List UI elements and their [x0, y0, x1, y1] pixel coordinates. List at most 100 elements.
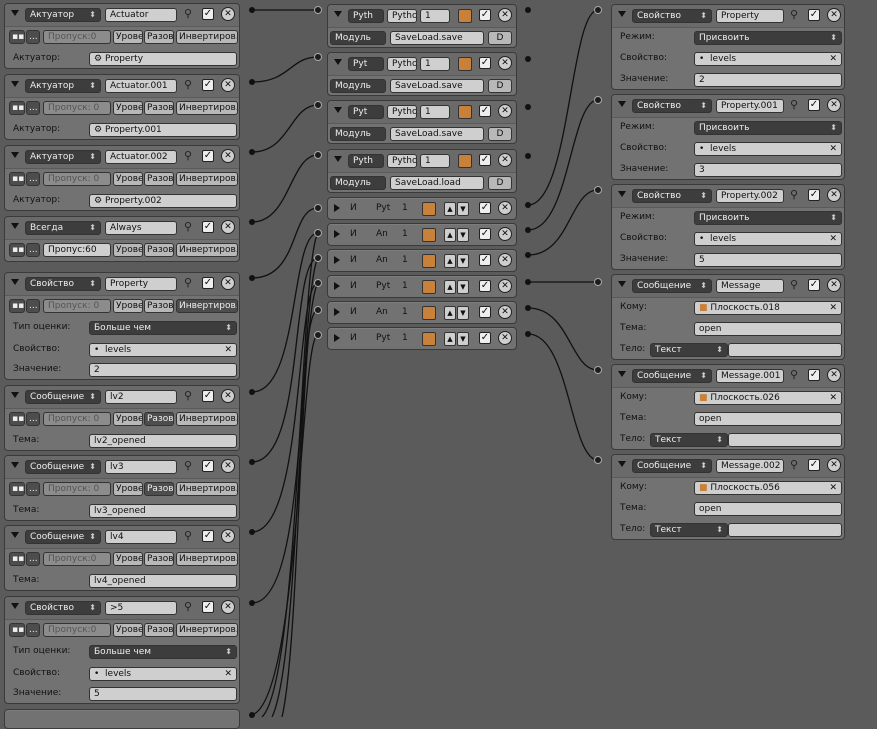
sensor-socket[interactable]	[249, 275, 255, 281]
skip-field[interactable]: Пропуск: 0	[43, 412, 111, 426]
false-level-toggle[interactable]: ...	[26, 552, 40, 566]
module-field[interactable]: SaveLoad.save	[390, 31, 484, 45]
controller-name-field[interactable]: Pytho	[387, 105, 417, 119]
controller-output-socket[interactable]	[525, 331, 531, 337]
module-field[interactable]: SaveLoad.save	[390, 79, 484, 93]
enable-checkbox[interactable]: ✓	[202, 277, 214, 289]
actuator-type-select[interactable]: Сообщение ⬍	[632, 369, 712, 383]
pin-icon[interactable]: ⚲	[788, 279, 800, 291]
level-button[interactable]: Урове	[113, 243, 143, 257]
subject-field[interactable]: open	[694, 412, 842, 426]
to-field[interactable]: ■ Плоскость.026 ✕	[694, 391, 842, 405]
true-level-toggle[interactable]: ▪▪	[9, 552, 25, 566]
collapse-icon[interactable]	[334, 156, 342, 162]
sensor-type-select[interactable]: Свойство ⬍	[25, 601, 101, 615]
expand-icon[interactable]	[334, 230, 340, 238]
level-button[interactable]: Урове	[113, 482, 143, 496]
false-level-toggle[interactable]: ...	[26, 482, 40, 496]
true-level-toggle[interactable]: ▪▪	[9, 30, 25, 44]
tap-button[interactable]: Разово	[144, 412, 174, 426]
invert-button[interactable]: Инвертиров..	[176, 482, 238, 496]
debug-button[interactable]: D	[488, 31, 512, 45]
true-level-toggle[interactable]: ▪▪	[9, 101, 25, 115]
sensor-type-select[interactable]: Сообщение ⬍	[25, 460, 101, 474]
move-up-icon[interactable]: ▲	[444, 280, 456, 294]
value-field[interactable]: 2	[89, 363, 237, 377]
sensor-name-field[interactable]: lv3	[105, 460, 177, 474]
to-field[interactable]: ■ Плоскость.018 ✕	[694, 301, 842, 315]
state-icon[interactable]	[458, 105, 472, 119]
subject-field[interactable]: open	[694, 322, 842, 336]
enable-checkbox[interactable]: ✓	[202, 8, 214, 20]
sensor-socket[interactable]	[249, 149, 255, 155]
controller-input-socket[interactable]	[314, 254, 322, 262]
level-button[interactable]: Урове	[113, 30, 143, 44]
controller-name-field[interactable]: Pytho	[387, 57, 417, 71]
body-field[interactable]	[728, 523, 842, 537]
invert-button[interactable]: Инвертиров..	[176, 30, 238, 44]
invert-button[interactable]: Инвертиров..	[176, 172, 238, 186]
close-icon[interactable]: ✕	[498, 8, 512, 22]
close-icon[interactable]: ✕	[827, 278, 841, 292]
state-field[interactable]: 1	[420, 9, 450, 23]
enable-checkbox[interactable]: ✓	[479, 306, 491, 318]
skip-field[interactable]: Пропуск: 0	[43, 482, 111, 496]
close-icon[interactable]: ✕	[221, 389, 235, 403]
sensor-socket[interactable]	[249, 712, 255, 718]
collapse-icon[interactable]	[11, 152, 19, 158]
close-icon[interactable]: ✕	[827, 98, 841, 112]
enable-checkbox[interactable]: ✓	[479, 202, 491, 214]
state-icon[interactable]	[422, 332, 436, 346]
state-icon[interactable]	[422, 228, 436, 242]
enable-checkbox[interactable]: ✓	[479, 9, 491, 21]
collapse-icon[interactable]	[334, 59, 342, 65]
mode-select[interactable]: Присвоить ⬍	[694, 31, 842, 45]
collapse-icon[interactable]	[618, 191, 626, 197]
debug-button[interactable]: D	[488, 176, 512, 190]
sensor-type-select[interactable]: Актуатор ⬍	[25, 150, 101, 164]
controller-output-socket[interactable]	[525, 7, 531, 13]
close-icon[interactable]: ✕	[827, 188, 841, 202]
actuator-input-socket[interactable]	[594, 96, 602, 104]
enable-checkbox[interactable]: ✓	[479, 280, 491, 292]
pin-icon[interactable]: ⚲	[182, 460, 194, 472]
enable-checkbox[interactable]: ✓	[479, 57, 491, 69]
sensor-socket[interactable]	[249, 389, 255, 395]
close-icon[interactable]: ✕	[498, 253, 512, 267]
close-icon[interactable]: ✕	[221, 529, 235, 543]
enable-checkbox[interactable]: ✓	[202, 221, 214, 233]
collapse-icon[interactable]	[618, 11, 626, 17]
tap-button[interactable]: Разово	[144, 101, 174, 115]
enable-checkbox[interactable]: ✓	[808, 189, 820, 201]
true-level-toggle[interactable]: ▪▪	[9, 299, 25, 313]
move-down-icon[interactable]: ▼	[457, 254, 469, 268]
controller-input-socket[interactable]	[314, 101, 322, 109]
move-up-icon[interactable]: ▲	[444, 306, 456, 320]
move-down-icon[interactable]: ▼	[457, 202, 469, 216]
controller-input-socket[interactable]	[314, 229, 322, 237]
sensor-type-select[interactable]: Всегда ⬍	[25, 221, 101, 235]
tap-button[interactable]: Разово	[144, 623, 174, 637]
invert-button[interactable]: Инвертиров..	[176, 101, 238, 115]
skip-field[interactable]: Пропуск:0	[43, 30, 111, 44]
enable-checkbox[interactable]: ✓	[202, 390, 214, 402]
sensor-socket[interactable]	[249, 600, 255, 606]
actuator-field[interactable]: ⚙ Property	[89, 52, 237, 66]
pin-icon[interactable]: ⚲	[182, 79, 194, 91]
move-down-icon[interactable]: ▼	[457, 228, 469, 242]
skip-field[interactable]: Пропус:60	[43, 243, 111, 257]
sensor-name-field[interactable]: Property	[105, 277, 177, 291]
pin-icon[interactable]: ⚲	[182, 8, 194, 20]
collapse-icon[interactable]	[11, 392, 19, 398]
value-field[interactable]: 2	[694, 73, 842, 87]
eval-type-select[interactable]: Больше чем ⬍	[89, 645, 237, 659]
value-field[interactable]: 5	[89, 687, 237, 701]
subject-field[interactable]: lv3_opened	[89, 504, 237, 518]
mode-select[interactable]: Присвоить ⬍	[694, 121, 842, 135]
eval-type-select[interactable]: Больше чем ⬍	[89, 321, 237, 335]
state-icon[interactable]	[422, 202, 436, 216]
close-icon[interactable]: ✕	[827, 368, 841, 382]
sensor-name-field[interactable]: Always	[105, 221, 177, 235]
sensor-socket[interactable]	[249, 7, 255, 13]
false-level-toggle[interactable]: ...	[26, 623, 40, 637]
